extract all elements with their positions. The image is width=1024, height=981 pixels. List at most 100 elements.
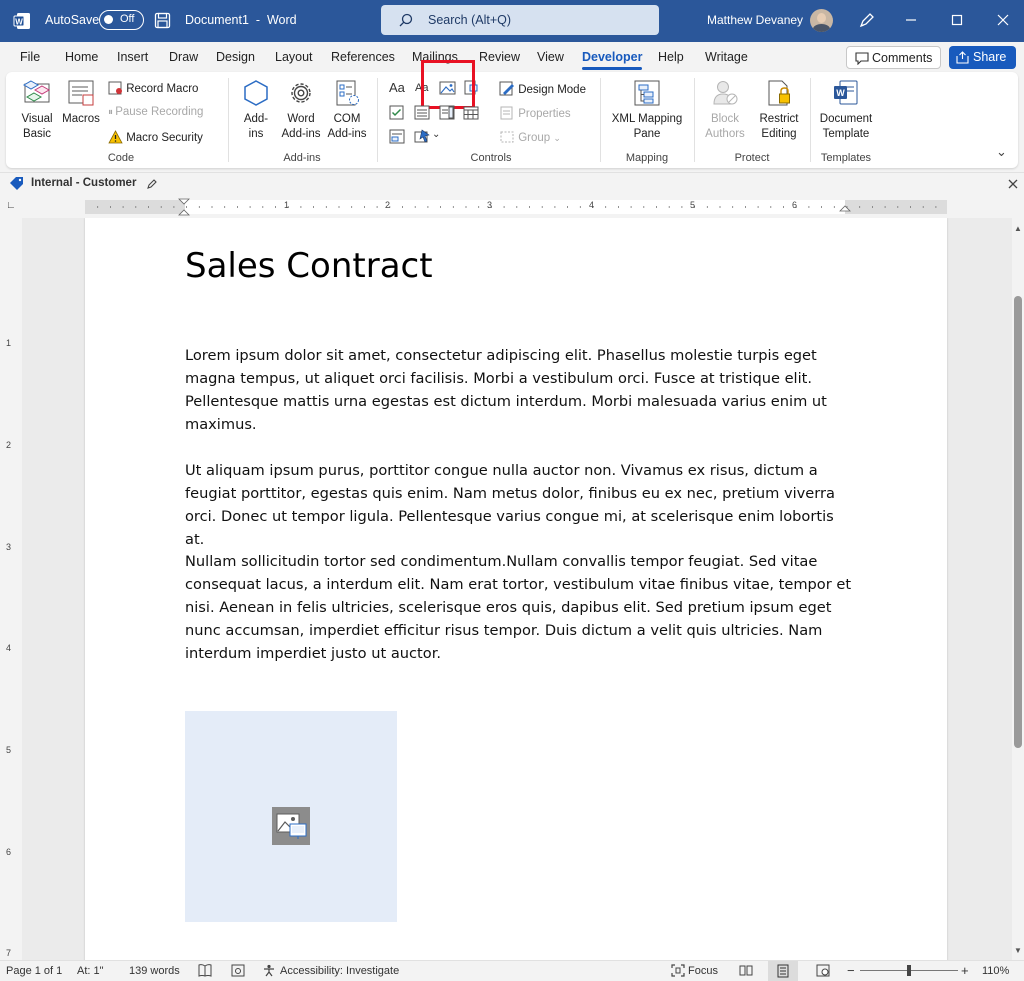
zoom-slider[interactable] [860, 965, 958, 976]
tab-home[interactable]: Home [65, 50, 98, 64]
tab-view[interactable]: View [537, 50, 564, 64]
avatar[interactable] [810, 9, 833, 32]
tab-selector-icon[interactable]: ∟ [6, 200, 16, 211]
tab-file[interactable]: File [20, 50, 40, 64]
scroll-thumb[interactable] [1014, 296, 1022, 748]
scroll-down-arrow[interactable]: ▼ [1014, 946, 1022, 955]
tab-design[interactable]: Design [216, 50, 255, 64]
group-label-templates: Templates [820, 152, 872, 164]
macros-label: Macros [62, 113, 100, 125]
edit-icon[interactable] [146, 178, 158, 190]
zoom-slider-thumb[interactable] [907, 965, 911, 976]
user-name[interactable]: Matthew Devaney [707, 13, 803, 27]
record-macro-button[interactable]: Record Macro [108, 81, 198, 95]
proofing-icon[interactable] [198, 964, 212, 977]
block-authors-button[interactable]: Block Authors [702, 78, 748, 142]
autosave-toggle[interactable]: Off [99, 10, 144, 30]
ruler-number: 3 [487, 200, 493, 210]
macro-recording-icon[interactable] [231, 964, 245, 977]
autosave-state: Off [120, 13, 135, 25]
read-mode-icon[interactable] [739, 964, 753, 977]
scroll-up-arrow[interactable]: ▲ [1014, 224, 1022, 233]
tab-draw[interactable]: Draw [169, 50, 198, 64]
comments-label: Comments [872, 51, 933, 65]
combo-box-control-icon[interactable] [414, 105, 430, 120]
add-ins-icon [244, 80, 268, 106]
accessibility-icon[interactable] [262, 964, 276, 977]
close-icon[interactable] [997, 14, 1009, 26]
search-box[interactable]: Search (Alt+Q) [381, 5, 659, 35]
document-page[interactable]: Sales Contract Lorem ipsum dolor sit ame… [85, 218, 947, 960]
maximize-icon[interactable] [951, 14, 963, 26]
properties-button[interactable]: Properties [499, 106, 571, 120]
legacy-tools-icon[interactable] [414, 129, 430, 144]
accessibility-status[interactable]: Accessibility: Investigate [280, 965, 399, 977]
close-icon[interactable] [1008, 179, 1018, 189]
com-add-ins-label: COM Add-ins [327, 113, 367, 140]
tab-review[interactable]: Review [479, 50, 520, 64]
com-add-ins-icon [336, 80, 359, 106]
zoom-level[interactable]: 110% [982, 965, 1009, 977]
web-layout-icon[interactable] [816, 964, 830, 977]
document-canvas[interactable]: Sales Contract Lorem ipsum dolor sit ame… [22, 218, 1012, 960]
xml-mapping-pane-button[interactable]: XML Mapping Pane [606, 78, 688, 142]
picture-placeholder-icon[interactable] [272, 807, 310, 845]
vertical-scrollbar[interactable]: ▲ ▼ [1012, 218, 1024, 960]
cursor-position[interactable]: At: 1" [77, 965, 104, 977]
com-add-ins-button[interactable]: COM Add-ins [324, 78, 370, 142]
save-icon[interactable] [154, 12, 171, 29]
share-label: Share [973, 50, 1007, 64]
paragraph-1[interactable]: Lorem ipsum dolor sit amet, consectetur … [185, 344, 855, 436]
lock-icon [768, 80, 790, 106]
tab-developer[interactable]: Developer [582, 50, 643, 70]
word-count[interactable]: 139 words [129, 965, 180, 977]
print-layout-button[interactable] [768, 961, 798, 981]
tab-references[interactable]: References [331, 50, 395, 64]
drop-down-list-control-icon[interactable] [439, 105, 455, 120]
paragraph-3[interactable]: Nullam sollicitudin tortor sed condiment… [185, 550, 855, 665]
share-button[interactable]: Share [949, 46, 1016, 69]
zoom-in-button[interactable]: + [961, 963, 969, 978]
document-template-button[interactable]: W Document Template [814, 78, 878, 142]
tab-layout[interactable]: Layout [275, 50, 313, 64]
visual-basic-button[interactable]: Visual Basic [12, 78, 62, 142]
word-add-ins-button[interactable]: Word Add-ins [278, 78, 324, 142]
macros-button[interactable]: Macros [60, 78, 102, 127]
checkbox-control-icon[interactable] [389, 105, 404, 120]
document-template-icon: W [834, 80, 858, 105]
design-mode-button[interactable]: Design Mode [499, 81, 586, 96]
ruler-number: 1 [6, 338, 12, 348]
group-label-controls: Controls [470, 152, 512, 164]
comments-button[interactable]: Comments [846, 46, 941, 69]
minimize-icon[interactable] [905, 14, 917, 26]
page-count[interactable]: Page 1 of 1 [6, 965, 62, 977]
add-ins-button[interactable]: Add- ins [236, 78, 276, 142]
zoom-out-button[interactable]: − [847, 963, 855, 978]
chevron-down-icon[interactable]: ⌄ [432, 129, 440, 140]
tab-writage[interactable]: Writage [705, 50, 748, 64]
restrict-editing-button[interactable]: Restrict Editing [753, 78, 805, 142]
group-button[interactable]: Group ⌄ [499, 130, 561, 144]
sensitivity-label[interactable]: Internal - Customer [31, 177, 136, 189]
macro-security-button[interactable]: Macro Security [108, 130, 203, 144]
picture-content-control[interactable] [185, 711, 397, 922]
ribbon-collapse-icon[interactable]: ⌄ [996, 144, 1007, 160]
focus-icon[interactable] [671, 964, 685, 977]
rich-text-control-icon[interactable]: Aa [389, 80, 405, 95]
document-title-heading[interactable]: Sales Contract [185, 246, 433, 286]
group-separator [810, 78, 811, 162]
repeating-section-control-icon[interactable] [389, 129, 405, 144]
date-picker-control-icon[interactable] [463, 105, 479, 120]
pause-recording-button[interactable]: ⏸ Pause Recording [108, 106, 203, 118]
focus-label[interactable]: Focus [688, 965, 718, 977]
vertical-ruler[interactable]: 1 2 3 4 5 6 7 [0, 218, 22, 960]
tab-insert[interactable]: Insert [117, 50, 148, 64]
ruler-number: 5 [690, 200, 696, 210]
pen-icon[interactable] [858, 11, 876, 29]
document-title: Document1 - Word [185, 13, 297, 27]
horizontal-ruler[interactable]: ∟ 1 2 3 4 5 6 [0, 196, 1024, 218]
ruler-number: 2 [385, 200, 391, 210]
paragraph-2[interactable]: Ut aliquam ipsum purus, porttitor congue… [185, 459, 855, 551]
tab-help[interactable]: Help [658, 50, 684, 64]
print-layout-icon [777, 964, 789, 978]
